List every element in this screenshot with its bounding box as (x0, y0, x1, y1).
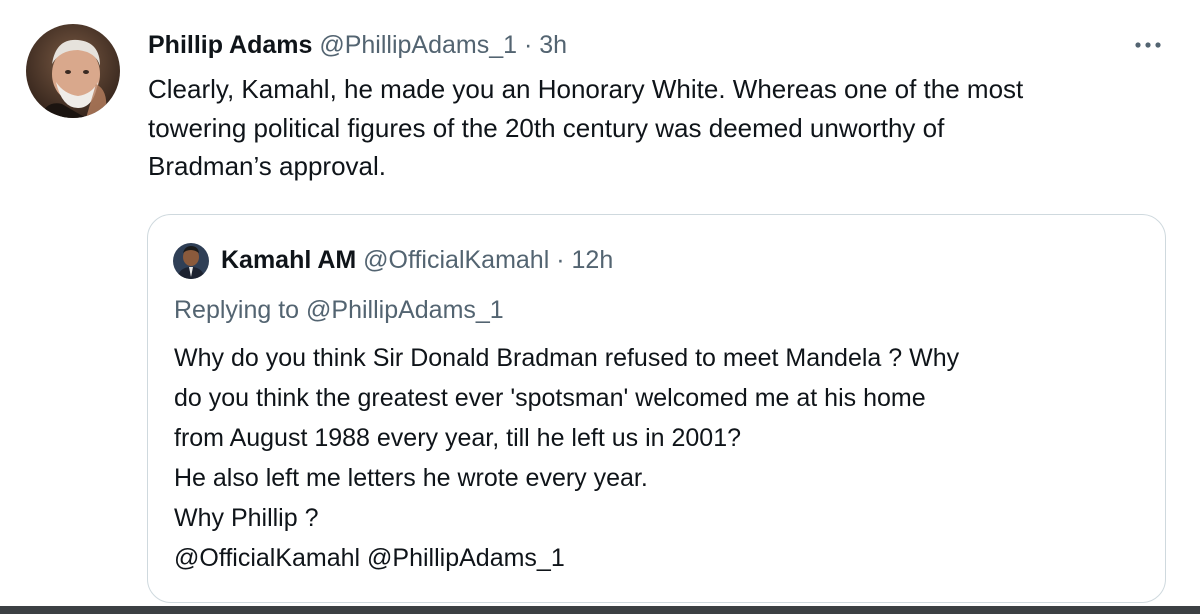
author-handle[interactable]: @PhillipAdams_1 (319, 31, 517, 59)
quoted-author-display-name[interactable]: Kamahl AM (221, 246, 356, 274)
tweet-timestamp[interactable]: 3h (539, 31, 567, 59)
quoted-tweet-header: Kamahl AM @OfficialKamahl · 12h (221, 243, 613, 277)
more-dots-icon (1135, 42, 1161, 48)
quoted-tweet-timestamp[interactable]: 12h (572, 246, 614, 274)
tweet-header: Phillip Adams @PhillipAdams_1 · 3h (148, 28, 567, 62)
window-bottom-border (0, 606, 1200, 614)
tweet[interactable]: Phillip Adams @PhillipAdams_1 · 3h Clear… (0, 0, 1200, 606)
user-avatar-photo-icon (173, 243, 209, 279)
quoted-author-handle[interactable]: @OfficialKamahl (363, 246, 549, 274)
author-avatar[interactable] (26, 24, 120, 118)
quoted-author-avatar[interactable] (173, 243, 209, 279)
separator-dot: · (556, 246, 565, 274)
more-options-button[interactable] (1128, 30, 1168, 60)
replying-to-label: Replying to @PhillipAdams_1 (174, 296, 504, 324)
author-display-name[interactable]: Phillip Adams (148, 31, 312, 59)
quoted-tweet-text: Why do you think Sir Donald Bradman refu… (174, 344, 960, 572)
quoted-tweet-card[interactable]: Kamahl AM @OfficialKamahl · 12h Replying… (147, 214, 1166, 603)
separator-dot: · (524, 31, 533, 59)
user-avatar-photo-icon (26, 24, 120, 118)
tweet-text: Clearly, Kamahl, he made you an Honorary… (148, 74, 1024, 181)
